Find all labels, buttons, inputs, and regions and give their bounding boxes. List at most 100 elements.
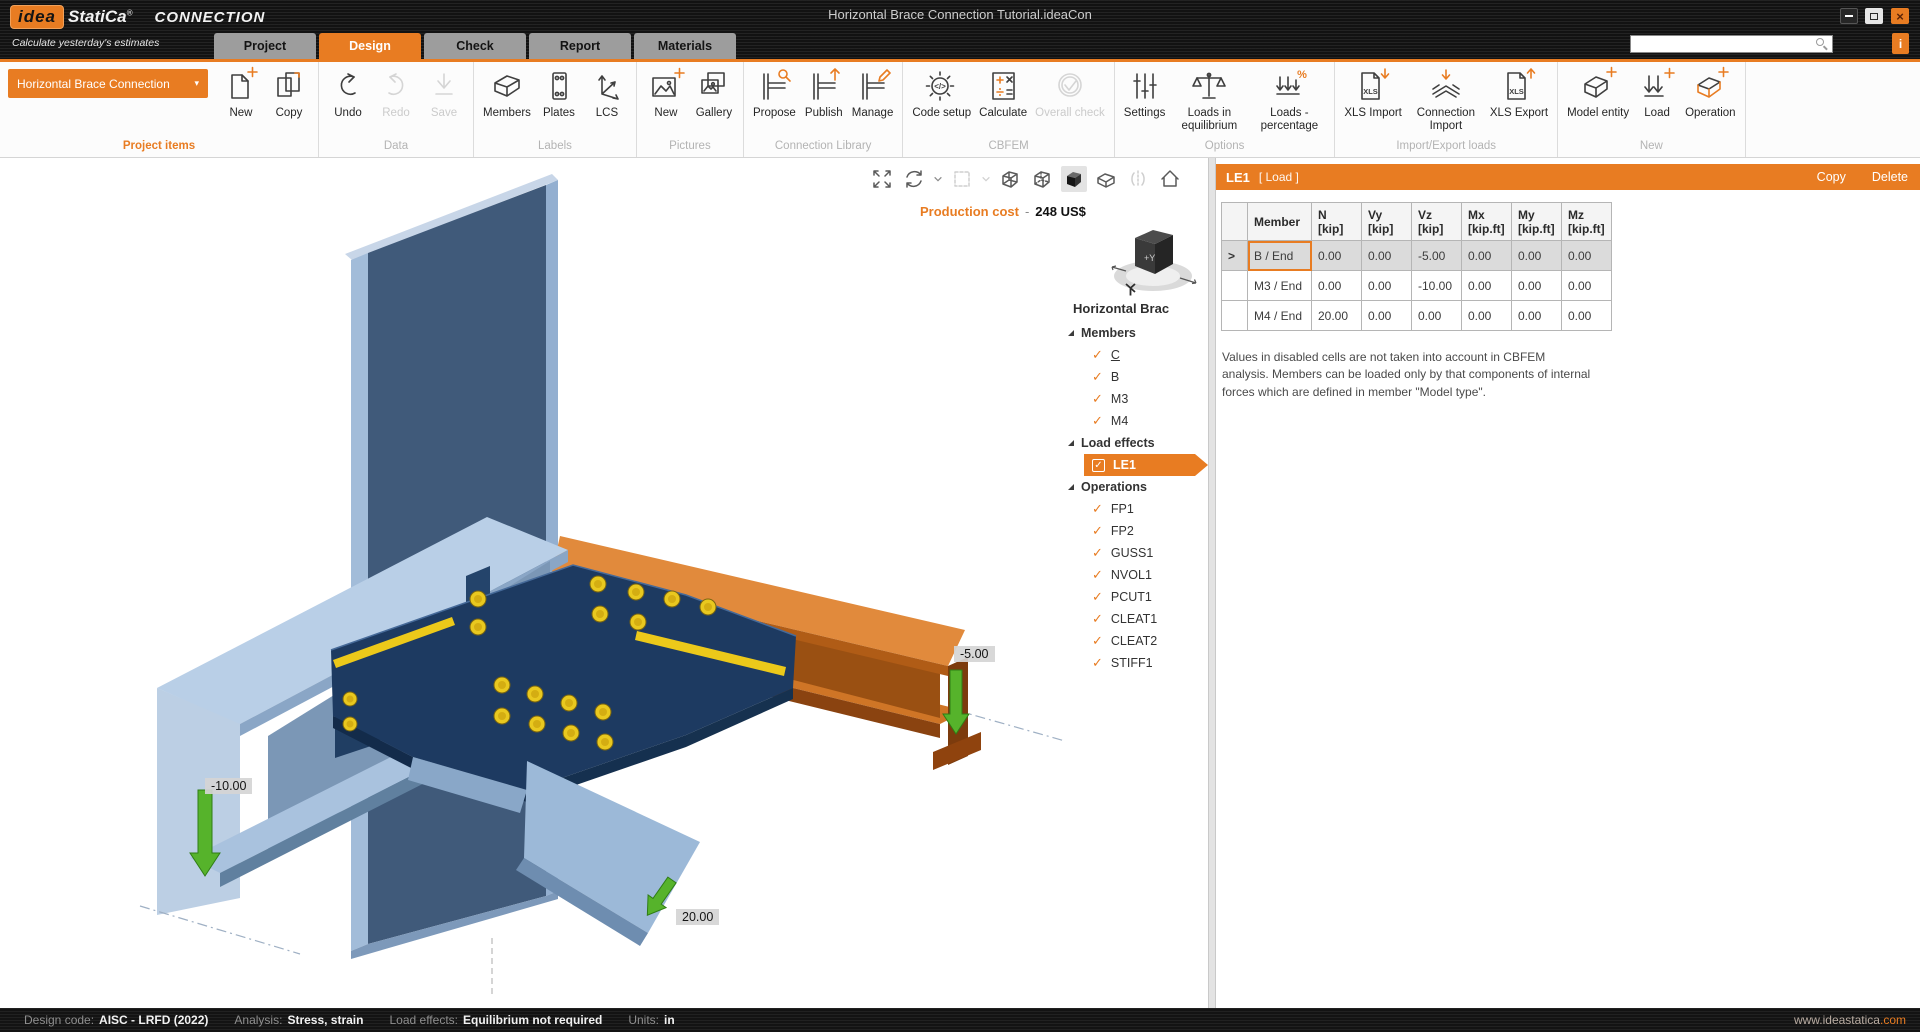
- chevron-down-icon[interactable]: [981, 174, 991, 184]
- clip-view-button[interactable]: [1093, 166, 1119, 192]
- check-icon[interactable]: ✓: [1092, 393, 1103, 406]
- mz-cell[interactable]: 0.00: [1561, 270, 1612, 301]
- panel-divider[interactable]: [1208, 158, 1216, 1008]
- vy-cell[interactable]: 0.00: [1361, 270, 1412, 301]
- my-cell[interactable]: 0.00: [1511, 300, 1562, 331]
- code-setup-button[interactable]: </> Code setup: [909, 65, 974, 121]
- undo-button[interactable]: Undo: [325, 65, 371, 121]
- wireframe-view-button[interactable]: [997, 166, 1023, 192]
- tab-materials[interactable]: Materials: [634, 33, 736, 59]
- home-view-button[interactable]: [1157, 166, 1183, 192]
- project-item-dropdown[interactable]: Horizontal Brace Connection ▾: [8, 69, 208, 98]
- mz-cell[interactable]: 0.00: [1561, 300, 1612, 331]
- manage-button[interactable]: Manage: [849, 65, 897, 121]
- check-icon[interactable]: ✓: [1092, 613, 1103, 626]
- n-cell[interactable]: 20.00: [1311, 300, 1362, 331]
- orbit-button[interactable]: [901, 166, 927, 192]
- tree-item-member-c[interactable]: ✓ C: [1060, 344, 1208, 366]
- tree-item-cleat1[interactable]: ✓ CLEAT1: [1060, 608, 1208, 630]
- tree-section-operations[interactable]: Operations: [1060, 476, 1208, 498]
- mx-cell[interactable]: 0.00: [1461, 270, 1512, 301]
- maximize-button[interactable]: [1865, 8, 1883, 24]
- mx-cell[interactable]: 0.00: [1461, 240, 1512, 271]
- row-expander-icon[interactable]: >: [1228, 249, 1235, 263]
- vy-cell[interactable]: 0.00: [1361, 300, 1412, 331]
- redo-button[interactable]: Redo: [373, 65, 419, 121]
- n-cell[interactable]: 0.00: [1311, 240, 1362, 271]
- copy-project-item-button[interactable]: Copy: [266, 65, 312, 121]
- load-table-row[interactable]: > B / End 0.00 0.00 -5.00 0.00 0.00 0.00: [1221, 240, 1612, 271]
- n-cell[interactable]: 0.00: [1311, 270, 1362, 301]
- member-brace[interactable]: [516, 761, 700, 946]
- lcs-labels-button[interactable]: LCS: [584, 65, 630, 121]
- new-operation-button[interactable]: Operation: [1682, 65, 1739, 121]
- tree-item-member-b[interactable]: ✓ B: [1060, 366, 1208, 388]
- tree-section-members[interactable]: Members: [1060, 322, 1208, 344]
- check-icon[interactable]: ✓: [1092, 415, 1103, 428]
- my-cell[interactable]: 0.00: [1511, 240, 1562, 271]
- check-icon[interactable]: ✓: [1092, 635, 1103, 648]
- check-icon[interactable]: ✓: [1092, 503, 1103, 516]
- load-table-row[interactable]: M4 / End 20.00 0.00 0.00 0.00 0.00 0.00: [1221, 300, 1612, 331]
- search-input[interactable]: [1631, 37, 1816, 51]
- tree-item-nvol1[interactable]: ✓ NVOL1: [1060, 564, 1208, 586]
- check-icon[interactable]: ✓: [1092, 657, 1103, 670]
- vz-cell[interactable]: 0.00: [1411, 300, 1462, 331]
- member-cell[interactable]: M4 / End: [1247, 300, 1312, 331]
- shaded-view-button[interactable]: [1061, 166, 1087, 192]
- new-project-item-button[interactable]: New: [218, 65, 264, 121]
- tree-item-member-m3[interactable]: ✓ M3: [1060, 388, 1208, 410]
- check-icon[interactable]: ✓: [1092, 591, 1103, 604]
- tree-section-load-effects[interactable]: Load effects: [1060, 432, 1208, 454]
- calculate-button[interactable]: Calculate: [976, 65, 1030, 121]
- view-cube[interactable]: +Y: [1106, 214, 1200, 300]
- mx-cell[interactable]: 0.00: [1461, 300, 1512, 331]
- loads-in-equilibrium-button[interactable]: Loads in equilibrium: [1170, 65, 1248, 134]
- new-model-entity-button[interactable]: Model entity: [1564, 65, 1632, 121]
- check-icon[interactable]: ✓: [1092, 569, 1103, 582]
- tree-item-le1[interactable]: ✓ LE1: [1084, 454, 1208, 476]
- vz-cell[interactable]: -10.00: [1411, 270, 1462, 301]
- tree-item-fp1[interactable]: ✓ FP1: [1060, 498, 1208, 520]
- tree-item-stiff1[interactable]: ✓ STIFF1: [1060, 652, 1208, 674]
- xls-import-button[interactable]: XLS XLS Import: [1341, 65, 1405, 121]
- tree-item-pcut1[interactable]: ✓ PCUT1: [1060, 586, 1208, 608]
- plates-labels-button[interactable]: Plates: [536, 65, 582, 121]
- loads-percentage-button[interactable]: % Loads - percentage: [1250, 65, 1328, 134]
- save-button[interactable]: Save: [421, 65, 467, 121]
- connection-import-button[interactable]: Connection Import: [1407, 65, 1485, 134]
- fit-view-button[interactable]: [869, 166, 895, 192]
- tree-item-member-m4[interactable]: ✓ M4: [1060, 410, 1208, 432]
- vz-cell[interactable]: -5.00: [1411, 240, 1462, 271]
- gallery-button[interactable]: Gallery: [691, 65, 737, 121]
- mirror-view-button[interactable]: [1125, 166, 1151, 192]
- chevron-down-icon[interactable]: [933, 174, 943, 184]
- member-cell[interactable]: M3 / End: [1247, 270, 1312, 301]
- mz-cell[interactable]: 0.00: [1561, 240, 1612, 271]
- tree-item-guss1[interactable]: ✓ GUSS1: [1060, 542, 1208, 564]
- delete-load-button[interactable]: Delete: [1872, 170, 1908, 184]
- check-icon[interactable]: ✓: [1092, 349, 1103, 362]
- minimize-button[interactable]: [1840, 8, 1858, 24]
- member-cell[interactable]: B / End: [1247, 240, 1312, 271]
- 3d-scene[interactable]: [0, 158, 1208, 1008]
- members-labels-button[interactable]: Members: [480, 65, 534, 121]
- check-icon[interactable]: ✓: [1092, 547, 1103, 560]
- publish-button[interactable]: Publish: [801, 65, 847, 121]
- load-table-row[interactable]: M3 / End 0.00 0.00 -10.00 0.00 0.00 0.00: [1221, 270, 1612, 301]
- info-button[interactable]: i: [1892, 33, 1909, 54]
- new-load-button[interactable]: Load: [1634, 65, 1680, 121]
- new-picture-button[interactable]: New: [643, 65, 689, 121]
- settings-button[interactable]: Settings: [1121, 65, 1169, 121]
- tab-design[interactable]: Design: [319, 33, 421, 59]
- search-icon[interactable]: [1816, 38, 1828, 50]
- tab-report[interactable]: Report: [529, 33, 631, 59]
- overall-check-button[interactable]: Overall check: [1032, 65, 1108, 121]
- vy-cell[interactable]: 0.00: [1361, 240, 1412, 271]
- hidden-line-view-button[interactable]: [1029, 166, 1055, 192]
- check-icon[interactable]: ✓: [1092, 525, 1103, 538]
- check-icon[interactable]: ✓: [1092, 371, 1103, 384]
- tab-check[interactable]: Check: [424, 33, 526, 59]
- 3d-viewport[interactable]: -10.00 -5.00 20.00 Production cost - 248…: [0, 158, 1208, 1008]
- tab-project[interactable]: Project: [214, 33, 316, 59]
